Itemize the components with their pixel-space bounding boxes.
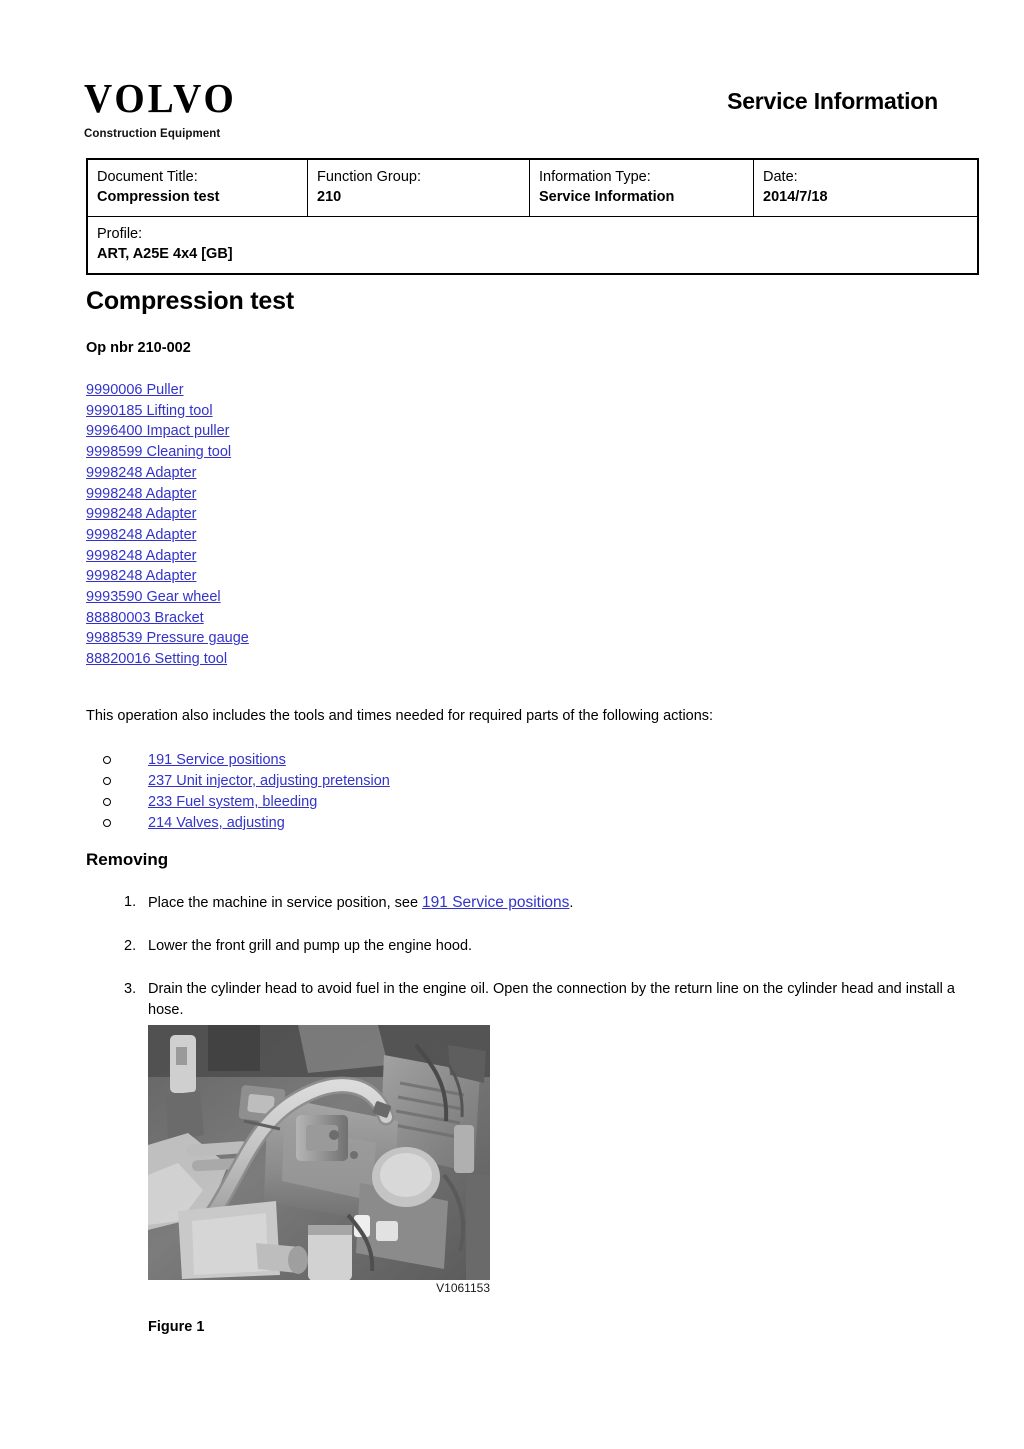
tool-list: 9990006 Puller 9990185 Lifting tool 9996… (86, 380, 249, 670)
info-cell-date: Date: 2014/7/18 (753, 158, 979, 217)
info-value-document-title: Compression test (97, 189, 220, 205)
info-table-row-primary: Document Title: Compression test Functio… (86, 158, 979, 217)
list-item: 9998248 Adapter (86, 566, 249, 587)
tool-link[interactable]: 9998248 Adapter (86, 506, 196, 522)
step-text-tail: . (569, 895, 574, 911)
related-action-link[interactable]: 191 Service positions (148, 752, 286, 768)
tool-link[interactable]: 9990185 Lifting tool (86, 403, 213, 419)
list-item: 9998599 Cleaning tool (86, 442, 249, 463)
circle-bullet-icon (103, 756, 111, 764)
procedure-step: 2. Lower the front grill and pump up the… (86, 936, 966, 957)
info-value-information-type: Service Information (539, 189, 675, 205)
document-info-table: Document Title: Compression test Functio… (86, 158, 979, 275)
tool-link[interactable]: 9998248 Adapter (86, 527, 196, 543)
related-action-link[interactable]: 214 Valves, adjusting (148, 815, 285, 831)
page-header: VOLVO Construction Equipment Service Inf… (0, 0, 1024, 150)
tool-link[interactable]: 9996400 Impact puller (86, 423, 230, 439)
related-action-link[interactable]: 233 Fuel system, bleeding (148, 794, 317, 810)
figure-image-id: V1061153 (436, 1281, 490, 1295)
circle-bullet-icon (103, 819, 111, 827)
step-text: Drain the cylinder head to avoid fuel in… (148, 981, 955, 1018)
step-number: 3. (124, 981, 137, 997)
page-title: Compression test (86, 287, 294, 315)
tool-link[interactable]: 9988539 Pressure gauge (86, 630, 249, 646)
info-label-date: Date: (763, 169, 798, 185)
tool-link[interactable]: 9998248 Adapter (86, 568, 196, 584)
engine-photo (148, 1025, 490, 1280)
tool-link[interactable]: 9998248 Adapter (86, 465, 196, 481)
circle-bullet-icon (103, 798, 111, 806)
volvo-logo-subtitle: Construction Equipment (84, 128, 221, 140)
related-action-link[interactable]: 237 Unit injector, adjusting pretension (148, 773, 390, 789)
list-item: 9998248 Adapter (86, 546, 249, 567)
list-item: 9998248 Adapter (86, 504, 249, 525)
engine-photo-graphic (148, 1025, 490, 1280)
operation-number: Op nbr 210-002 (86, 340, 191, 356)
related-action-link-wrap: 214 Valves, adjusting (148, 813, 285, 834)
step-text: Place the machine in service position, s… (148, 895, 423, 911)
list-item: 9998248 Adapter (86, 484, 249, 505)
info-cell-function-group: Function Group: 210 (307, 158, 530, 217)
volvo-wordmark: VOLVO (84, 75, 237, 122)
figure-caption: Figure 1 (148, 1319, 205, 1335)
list-item: 9993590 Gear wheel (86, 587, 249, 608)
step-text: Lower the front grill and pump up the en… (148, 938, 473, 954)
procedure-steps: 1. Place the machine in service position… (86, 892, 966, 1043)
tool-link[interactable]: 9998248 Adapter (86, 548, 196, 564)
info-cell-profile: Profile: ART, A25E 4x4 [GB] (86, 216, 979, 275)
list-item: 9998248 Adapter (86, 525, 249, 546)
list-item: 9990006 Puller (86, 380, 249, 401)
list-item: 88820016 Setting tool (86, 649, 249, 670)
section-heading-removing: Removing (86, 850, 169, 869)
tool-link[interactable]: 9990006 Puller (86, 382, 184, 398)
step-number: 1. (124, 894, 137, 910)
info-cell-information-type: Information Type: Service Information (529, 158, 754, 217)
list-item: 9998248 Adapter (86, 463, 249, 484)
info-label-document-title: Document Title: (97, 169, 198, 185)
intro-paragraph: This operation also includes the tools a… (86, 708, 714, 724)
info-table-row-profile: Profile: ART, A25E 4x4 [GB] (86, 216, 979, 275)
info-cell-document-title: Document Title: Compression test (86, 158, 308, 217)
related-action-link-wrap: 233 Fuel system, bleeding (148, 792, 317, 813)
header-title: Service Information (727, 88, 938, 114)
list-item: 9996400 Impact puller (86, 421, 249, 442)
document-page: VOLVO Construction Equipment Service Inf… (0, 0, 1024, 1449)
info-value-function-group: 210 (317, 189, 342, 205)
tool-link[interactable]: 88880003 Bracket (86, 610, 204, 626)
info-label-information-type: Information Type: (539, 169, 651, 185)
tool-link[interactable]: 9998248 Adapter (86, 486, 196, 502)
list-item: 9990185 Lifting tool (86, 401, 249, 422)
info-value-date: 2014/7/18 (763, 189, 828, 205)
circle-bullet-icon (103, 777, 111, 785)
procedure-step: 3. Drain the cylinder head to avoid fuel… (86, 979, 966, 1021)
volvo-logo: VOLVO Construction Equipment (84, 78, 237, 140)
info-label-profile: Profile: (97, 226, 143, 242)
tool-link[interactable]: 9998599 Cleaning tool (86, 444, 231, 460)
step-number: 2. (124, 938, 137, 954)
step-inline-link[interactable]: 191 Service positions (422, 894, 569, 911)
related-action-link-wrap: 191 Service positions (148, 750, 286, 771)
tool-link[interactable]: 9993590 Gear wheel (86, 589, 221, 605)
list-item: 9988539 Pressure gauge (86, 628, 249, 649)
figure-block (148, 1025, 490, 1280)
info-value-profile: ART, A25E 4x4 [GB] (97, 246, 233, 262)
tool-link[interactable]: 88820016 Setting tool (86, 651, 227, 667)
list-item: 88880003 Bracket (86, 608, 249, 629)
procedure-step: 1. Place the machine in service position… (86, 892, 966, 914)
related-action-link-wrap: 237 Unit injector, adjusting pretension (148, 771, 390, 792)
info-label-function-group: Function Group: (317, 169, 421, 185)
